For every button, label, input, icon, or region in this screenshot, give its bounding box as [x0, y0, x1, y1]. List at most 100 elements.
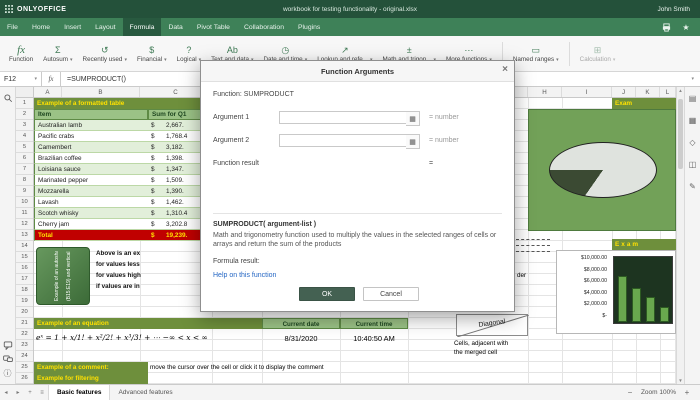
row-header-21[interactable]: 21	[16, 318, 33, 329]
toolbar-button-financial[interactable]: $ Financial ▾	[132, 38, 172, 70]
column-header-J[interactable]: J	[612, 87, 636, 97]
ok-button[interactable]: OK	[299, 287, 355, 301]
table-cell-item[interactable]: Loisiana sauce	[34, 164, 148, 175]
comment-text[interactable]: move the cursor over the cell or click i…	[150, 362, 410, 373]
shape-settings-icon[interactable]: ◇	[686, 135, 700, 149]
close-icon[interactable]: ×	[502, 63, 508, 77]
chat-icon[interactable]	[1, 352, 15, 366]
column-header-B[interactable]: B	[62, 87, 140, 97]
zoom-out-icon[interactable]: −	[625, 388, 635, 397]
select-range-icon[interactable]: ▦	[406, 111, 420, 126]
row-header-17[interactable]: 17	[16, 274, 33, 285]
comment-banner[interactable]: Example of a comment:	[34, 362, 148, 373]
equation-banner[interactable]: Example of an equation	[34, 318, 262, 329]
filter-banner[interactable]: Example for filtering	[34, 373, 148, 384]
column-header-A[interactable]: A	[34, 87, 62, 97]
zoom-level[interactable]: Zoom 100%	[641, 389, 676, 396]
sheet-list-icon[interactable]: ≡	[36, 390, 48, 396]
dialog-header[interactable]: Function Arguments ×	[201, 61, 514, 82]
signature-settings-icon[interactable]: ✎	[686, 179, 700, 193]
row-header-5[interactable]: 5	[16, 142, 33, 153]
current-date-header[interactable]: Current date	[262, 318, 340, 329]
row-header-3[interactable]: 3	[16, 120, 33, 131]
search-icon[interactable]	[1, 91, 15, 105]
next-sheet-icon[interactable]: ▸	[12, 389, 24, 396]
table-settings-icon[interactable]: ▦	[686, 113, 700, 127]
table-cell-item[interactable]: Pacific crabs	[34, 131, 148, 142]
cancel-button[interactable]: Cancel	[363, 287, 419, 301]
current-time-header[interactable]: Current time	[340, 318, 408, 329]
comments-icon[interactable]	[1, 338, 15, 352]
row-header-7[interactable]: 7	[16, 164, 33, 175]
table-cell-item[interactable]: Mozzarella	[34, 186, 148, 197]
row-header-1[interactable]: 1	[16, 98, 33, 109]
formula-input[interactable]: =SUMPRODUCT()	[61, 76, 126, 83]
toolbar-button-function[interactable]: fx Function	[4, 38, 38, 70]
select-all-corner[interactable]	[16, 87, 34, 98]
print-icon[interactable]	[660, 21, 672, 33]
row-header-2[interactable]: 2	[16, 109, 33, 120]
help-link[interactable]: Help on this function	[213, 272, 276, 279]
scroll-down-icon[interactable]: ▼	[677, 378, 684, 383]
menu-tab-home[interactable]: Home	[25, 18, 57, 36]
toolbar-button-named-ranges[interactable]: ▭ Named ranges ▾	[508, 38, 564, 70]
previous-sheet-icon[interactable]: ◂	[0, 389, 12, 396]
diagonal-cell[interactable]: Diagonal	[456, 314, 529, 337]
row-header-12[interactable]: 12	[16, 219, 33, 230]
current-date-value[interactable]: 8/31/2020	[262, 330, 340, 348]
column-header-I[interactable]: I	[562, 87, 612, 97]
favorite-star-icon[interactable]: ★	[680, 21, 692, 33]
scrollbar-thumb[interactable]	[678, 99, 683, 169]
vertical-scrollbar[interactable]: ▲ ▼	[676, 87, 684, 384]
bar-chart[interactable]: $10,000.00 $8,000.00 $6,000.00 $4,000.00 $2,…	[556, 250, 676, 334]
argument2-input[interactable]	[279, 134, 407, 147]
sheet-tab-basic-features[interactable]: Basic features	[48, 385, 111, 400]
table-cell-item[interactable]: Scotch whisky	[34, 208, 148, 219]
cell-settings-icon[interactable]: ▤	[686, 91, 700, 105]
column-header-L[interactable]: L	[660, 87, 676, 97]
zoom-in-icon[interactable]: +	[682, 388, 692, 397]
menu-tab-data[interactable]: Data	[161, 18, 189, 36]
row-header-8[interactable]: 8	[16, 175, 33, 186]
chart-settings-icon[interactable]: ◫	[686, 157, 700, 171]
pie-chart[interactable]	[528, 109, 676, 231]
sheet-tab-advanced-features[interactable]: Advanced features	[110, 385, 180, 400]
row-header-24[interactable]: 24	[16, 351, 33, 362]
toolbar-button-autosum[interactable]: Σ Autosum ▾	[38, 38, 77, 70]
scroll-up-icon[interactable]: ▲	[677, 88, 684, 93]
add-sheet-icon[interactable]: +	[24, 390, 36, 396]
bar-chart-banner[interactable]: Exam	[612, 239, 676, 250]
row-header-26[interactable]: 26	[16, 373, 33, 384]
menu-tab-layout[interactable]: Layout	[88, 18, 122, 36]
autoshape[interactable]: Example of an autoshape (B15:E19) and ve…	[36, 247, 90, 305]
row-header-14[interactable]: 14	[16, 241, 33, 252]
select-range-icon[interactable]: ▦	[406, 134, 420, 149]
toolbar-button-recently-used[interactable]: ↺ Recently used ▾	[78, 38, 132, 70]
row-header-20[interactable]: 20	[16, 307, 33, 318]
user-name[interactable]: John Smith	[657, 6, 700, 13]
table-cell-item[interactable]: Camembert	[34, 142, 148, 153]
menu-tab-formula[interactable]: Formula	[122, 18, 162, 36]
row-header-9[interactable]: 9	[16, 186, 33, 197]
table-cell-item[interactable]: Australian lamb	[34, 120, 148, 131]
row-header-23[interactable]: 23	[16, 340, 33, 351]
menu-tab-plugins[interactable]: Plugins	[291, 18, 327, 36]
row-header-13[interactable]: 13	[16, 230, 33, 241]
row-header-22[interactable]: 22	[16, 329, 33, 340]
row-header-18[interactable]: 18	[16, 285, 33, 296]
pie-chart-banner[interactable]: Exam	[612, 98, 676, 109]
row-header-4[interactable]: 4	[16, 131, 33, 142]
menu-tab-pivot-table[interactable]: Pivot Table	[190, 18, 237, 36]
row-header-16[interactable]: 16	[16, 263, 33, 274]
column-header-H[interactable]: H	[528, 87, 562, 97]
menu-tab-insert[interactable]: Insert	[57, 18, 88, 36]
current-time-value[interactable]: 10:40:50 AM	[340, 330, 408, 348]
row-header-11[interactable]: 11	[16, 208, 33, 219]
row-header-25[interactable]: 25	[16, 362, 33, 373]
row-header-15[interactable]: 15	[16, 252, 33, 263]
formula-bar-expand-icon[interactable]: ▾	[691, 76, 700, 82]
row-header-10[interactable]: 10	[16, 197, 33, 208]
menu-tab-collaboration[interactable]: Collaboration	[237, 18, 291, 36]
table-cell-item[interactable]: Cherry jam	[34, 219, 148, 230]
table-cell-item[interactable]: Marinated pepper	[34, 175, 148, 186]
